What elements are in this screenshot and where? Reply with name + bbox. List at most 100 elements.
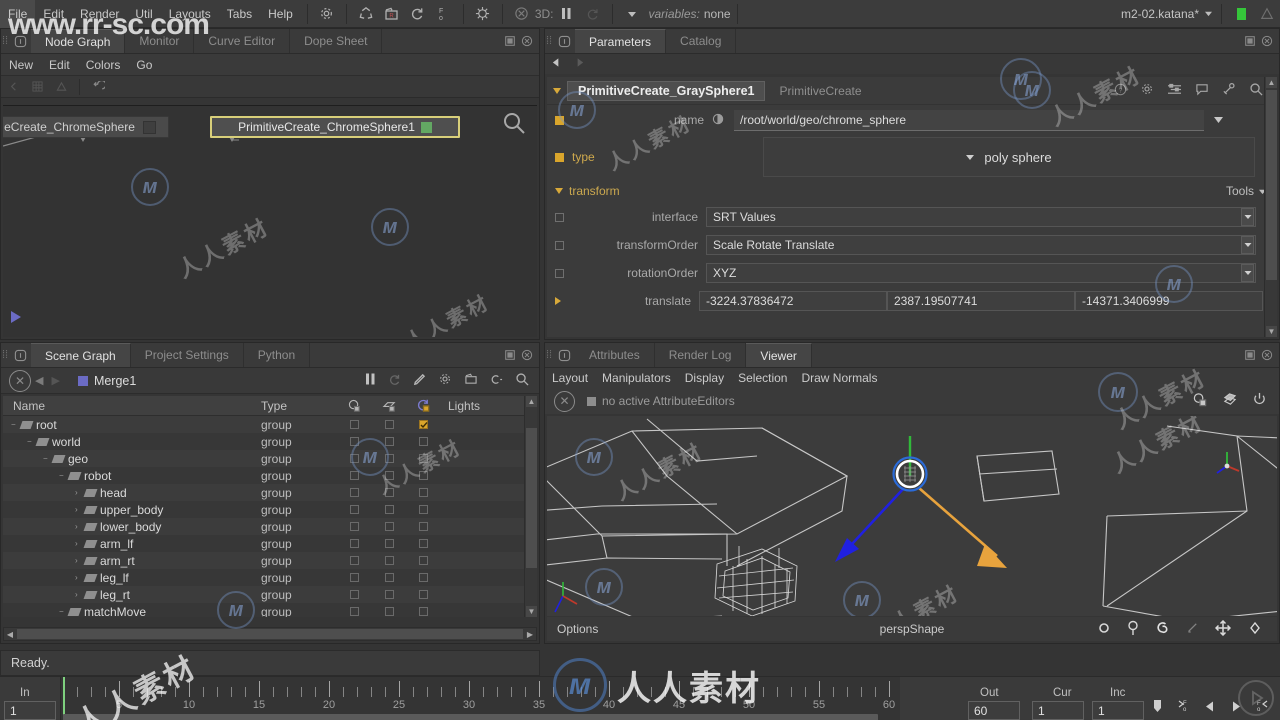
bounds-checkbox[interactable] [385,522,394,531]
bounds-checkbox[interactable] [385,556,394,565]
tab-dope-sheet[interactable]: Dope Sheet [290,29,383,53]
inc-input[interactable]: 1 [1092,701,1144,720]
render-visibility-checkbox[interactable] [349,488,359,497]
name-input[interactable]: /root/world/geo/chrome_sphere [734,109,1204,131]
bounds-checkbox[interactable] [385,437,394,446]
scene-graph-row[interactable]: − root group [3,416,537,433]
chevron-down-icon[interactable] [1201,3,1215,25]
name-dropdown-arrow-icon[interactable] [1213,113,1224,127]
recycle-icon[interactable] [353,3,379,25]
play-icon[interactable] [1238,680,1274,716]
bounds-icon[interactable] [372,399,407,413]
tab-monitor[interactable]: Monitor [125,29,195,53]
scene-graph-row[interactable]: › leg_rt group [3,586,537,603]
scene-graph-root[interactable]: Merge1 [77,374,136,388]
bounds-checkbox[interactable] [385,573,394,582]
scrollbar-thumb[interactable] [526,428,537,568]
help-icon[interactable]: ? [1114,83,1127,99]
light-icon[interactable] [407,398,440,413]
refresh-icon[interactable] [388,373,401,389]
ng-menu-edit[interactable]: Edit [41,54,78,76]
scene-graph-row[interactable]: › arm_rt group [3,552,537,569]
reload-icon[interactable] [580,3,606,25]
light-checkbox[interactable] [419,590,428,599]
back-icon[interactable] [1,77,25,97]
pane-grip[interactable]: ⁞⁞ [1,343,9,367]
key-icon[interactable] [1152,699,1163,716]
power-icon[interactable] [1252,392,1267,410]
column-header-name[interactable]: Name [3,399,261,413]
scene-graph-row[interactable]: − robot group [3,467,537,484]
undo-icon[interactable] [86,77,110,97]
timeline-ruler[interactable]: 5 10 15 20 25 30 35 40 45 50 55 60 [61,679,901,719]
timeline-scrollbar[interactable] [63,714,878,720]
pause-icon[interactable] [365,373,376,388]
pane-menu-icon[interactable] [9,343,31,367]
chevron-down-icon[interactable] [619,3,645,25]
scene-graph-hscrollbar[interactable]: ◀ ▶ [3,627,537,641]
tab-project-settings[interactable]: Project Settings [131,343,244,367]
keyframe-prev-icon[interactable]: Fo [1177,699,1190,716]
maximize-icon[interactable] [1244,35,1256,47]
tab-catalog[interactable]: Catalog [666,29,737,53]
menu-tabs[interactable]: Tabs [219,0,260,28]
menu-render[interactable]: Render [72,0,127,28]
light-checkbox[interactable] [419,488,428,497]
scroll-up-button[interactable]: ▲ [526,396,537,407]
wrench-icon[interactable] [1222,82,1236,99]
parameters-scrollbar[interactable]: ▲ ▼ [1264,77,1277,337]
scroll-down-button[interactable]: ▼ [526,606,537,617]
bounds-checkbox[interactable] [385,471,394,480]
chevron-down-icon[interactable] [1241,208,1254,226]
nav-back-icon[interactable] [551,57,562,71]
transform-section-header[interactable]: transform Tools [547,179,1277,203]
step-back-icon[interactable] [1204,700,1216,716]
menu-util[interactable]: Util [127,0,160,28]
scene-graph-row[interactable]: − geo group [3,450,537,467]
render-visibility-checkbox[interactable] [349,590,359,599]
tab-curve-editor[interactable]: Curve Editor [194,29,291,53]
render-visibility-checkbox[interactable] [349,454,359,463]
layers-icon[interactable] [1222,392,1238,410]
light-checkbox[interactable] [419,522,428,531]
scene-graph-table[interactable]: Name Type Lights − root group − world group − g… [3,396,537,617]
gear-icon[interactable] [1140,82,1154,99]
grid-icon[interactable] [25,77,49,97]
light-checkbox[interactable] [419,573,428,582]
scrollbar-thumb[interactable] [1266,90,1277,280]
stop-render-icon[interactable] [509,3,535,25]
rotation-order-dropdown[interactable]: XYZ [706,263,1256,283]
bounds-checkbox[interactable] [385,420,394,429]
bounds-checkbox[interactable] [385,454,394,463]
node-primitive-create-chrome-sphere[interactable]: eCreate_ChromeSphere [3,116,169,138]
chevron-down-icon[interactable] [1241,264,1254,282]
search-icon[interactable] [1249,82,1263,99]
ring-icon[interactable] [1097,621,1111,638]
scroll-left-button[interactable]: ◀ [4,630,16,639]
render-visibility-checkbox[interactable] [349,607,359,616]
link-icon[interactable] [490,373,503,389]
out-input[interactable]: 60 [968,701,1020,720]
light-checkbox[interactable] [419,607,428,616]
pane-menu-icon[interactable] [9,29,31,53]
render-visibility-checkbox[interactable] [349,471,359,480]
param-enable-checkbox[interactable] [555,152,564,162]
bounds-checkbox[interactable] [385,539,394,548]
menu-help[interactable]: Help [260,0,301,28]
bounds-checkbox[interactable] [385,488,394,497]
nav-forward-icon[interactable]: ▶ [47,374,63,387]
render-camera-icon[interactable]: R [379,3,405,25]
bounds-checkbox[interactable] [385,607,394,616]
translate-y-input[interactable]: 2387.19507741 [887,291,1075,311]
scene-graph-row[interactable]: − matchMove group [3,603,537,617]
timeline-track[interactable]: 5 10 15 20 25 30 35 40 45 50 55 60 人人素材 [60,651,901,720]
tab-python[interactable]: Python [244,343,311,367]
translate-x-input[interactable]: -3224.37836472 [699,291,887,311]
ng-menu-new[interactable]: New [1,54,41,76]
tab-viewer[interactable]: Viewer [746,343,812,367]
tab-render-log[interactable]: Render Log [655,343,747,367]
pane-grip[interactable]: ⁞⁞ [545,343,553,367]
flush-caches-icon[interactable]: F o [431,3,457,25]
menu-edit[interactable]: Edit [35,0,72,28]
node-graph-canvas[interactable]: eCreate_ChromeSphere PrimitiveCreate_Chr… [3,105,537,337]
